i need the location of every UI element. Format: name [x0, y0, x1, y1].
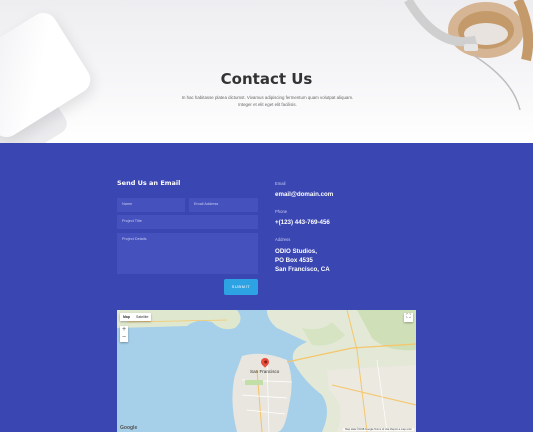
fullscreen-icon[interactable]: ⛶ — [404, 313, 413, 322]
hero-banner: Contact Us In hac habitasse platea dictu… — [0, 0, 533, 143]
name-field[interactable]: Name — [117, 198, 185, 212]
email-field[interactable]: Email Address — [189, 198, 258, 212]
phone-value[interactable]: +(123) 443-769-456 — [275, 219, 330, 226]
map-type-control: Map Satellite — [120, 313, 152, 321]
project-title-field[interactable]: Project Title — [117, 215, 258, 229]
submit-button[interactable]: SUBMIT — [224, 279, 258, 295]
google-logo: Google — [120, 425, 138, 431]
address-label: Address — [275, 237, 291, 242]
page-subtitle: In hac habitasse platea dictumst. Vivamu… — [181, 95, 354, 107]
address-line: ODIO Studios, — [275, 248, 317, 255]
page-title: Contact Us — [220, 70, 313, 88]
phone-label: Phone — [275, 209, 288, 214]
address-line: PO Box 4535 — [275, 257, 313, 264]
headphones-image — [404, 0, 533, 110]
email-label: Email — [275, 181, 286, 186]
address-line: San Francisco, CA — [275, 266, 330, 273]
city-label: San Francisco — [250, 369, 280, 374]
map-type-satellite[interactable]: Satellite — [133, 313, 151, 321]
email-value[interactable]: email@domain.com — [275, 191, 333, 198]
map-embed[interactable]: Map Satellite ⛶ + − San Francisco Google… — [117, 310, 416, 432]
zoom-in-button[interactable]: + — [120, 326, 128, 334]
project-details-field[interactable]: Project Details — [117, 233, 258, 274]
zoom-control: + − — [120, 326, 128, 342]
map-type-map[interactable]: Map — [120, 313, 133, 321]
address-value: ODIO Studios, PO Box 4535 San Francisco,… — [275, 247, 330, 274]
form-title: Send Us an Email — [117, 179, 181, 187]
map-terms[interactable]: Map data ©2018 Google Terms of Use Repor… — [343, 428, 414, 431]
zoom-out-button[interactable]: − — [120, 334, 128, 342]
